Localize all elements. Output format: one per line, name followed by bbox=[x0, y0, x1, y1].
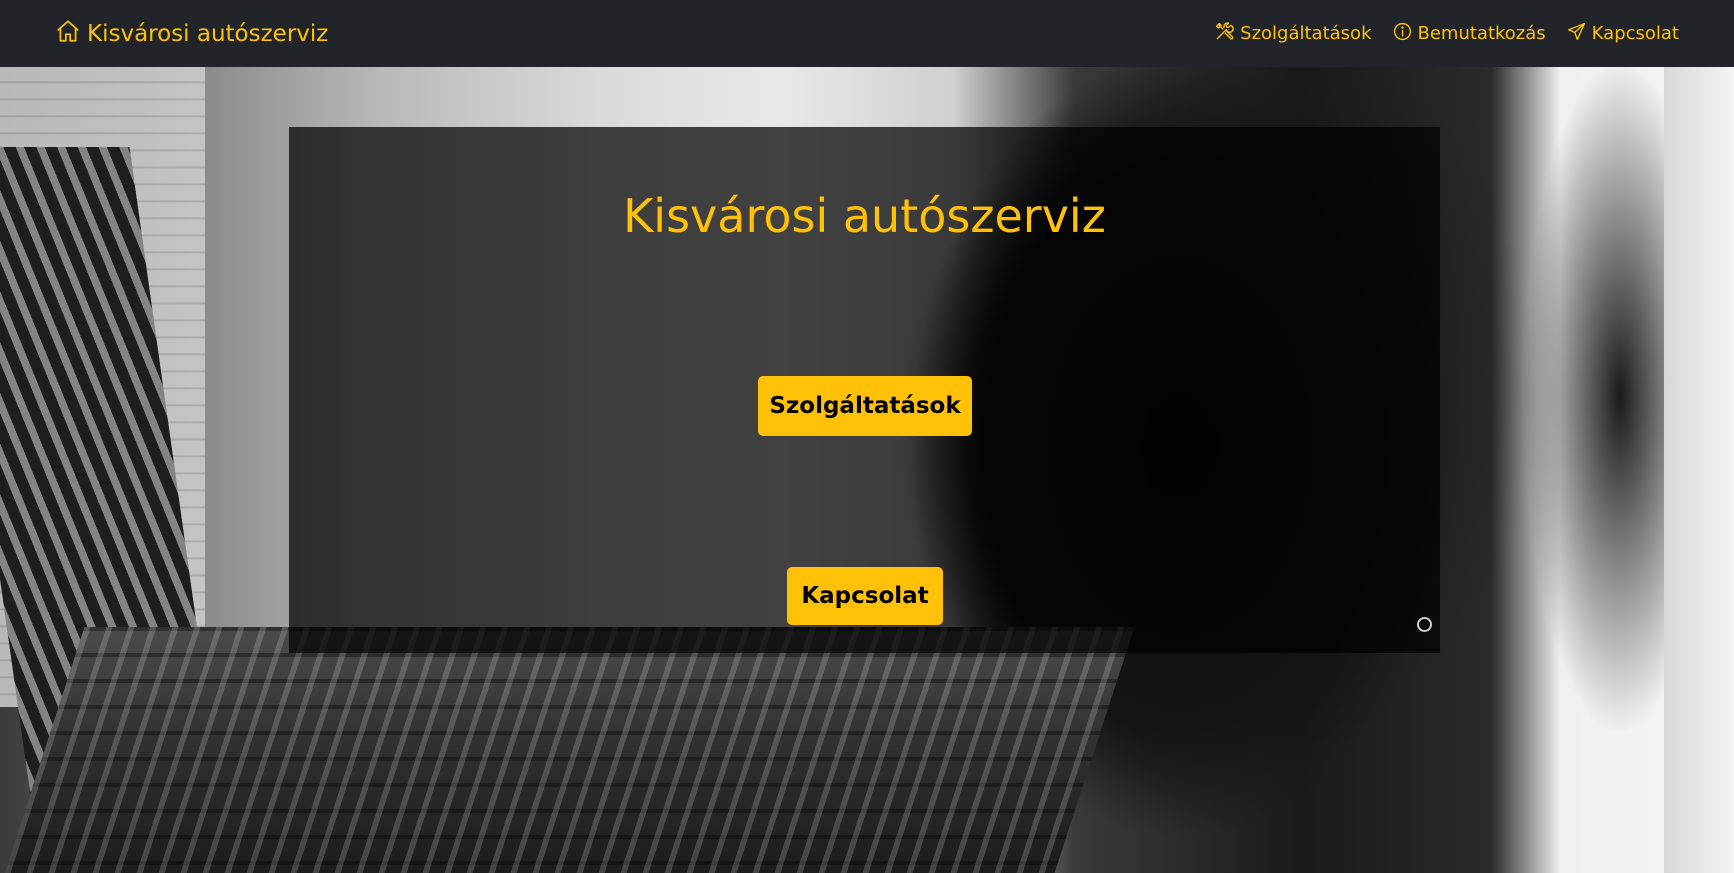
home-icon bbox=[55, 18, 81, 50]
hero-panel: Kisvárosi autószerviz Szolgáltatások Kap… bbox=[289, 127, 1440, 653]
nav-link-about-label: Bemutatkozás bbox=[1417, 23, 1546, 44]
nav-link-services[interactable]: Szolgáltatások bbox=[1214, 21, 1372, 47]
nav-link-about[interactable]: Bemutatkozás bbox=[1392, 21, 1546, 47]
navbar: Kisvárosi autószerviz Szolgáltatások Bem… bbox=[0, 0, 1734, 67]
nav-link-contact-label: Kapcsolat bbox=[1591, 23, 1679, 44]
hero-title: Kisvárosi autószerviz bbox=[623, 189, 1106, 243]
nav-links: Szolgáltatások Bemutatkozás Kapcsolat bbox=[1214, 21, 1679, 47]
send-icon bbox=[1566, 21, 1587, 47]
ring-decoration bbox=[1417, 617, 1432, 632]
toolbox bbox=[0, 627, 1135, 873]
services-button[interactable]: Szolgáltatások bbox=[758, 376, 972, 436]
info-circle-icon bbox=[1392, 21, 1413, 47]
window-light bbox=[1664, 67, 1734, 873]
brand-link[interactable]: Kisvárosi autószerviz bbox=[55, 18, 328, 50]
nav-link-contact[interactable]: Kapcsolat bbox=[1566, 21, 1679, 47]
brand-label: Kisvárosi autószerviz bbox=[87, 20, 329, 47]
tools-icon bbox=[1214, 21, 1235, 47]
contact-button[interactable]: Kapcsolat bbox=[787, 567, 943, 625]
nav-link-services-label: Szolgáltatások bbox=[1240, 23, 1372, 44]
